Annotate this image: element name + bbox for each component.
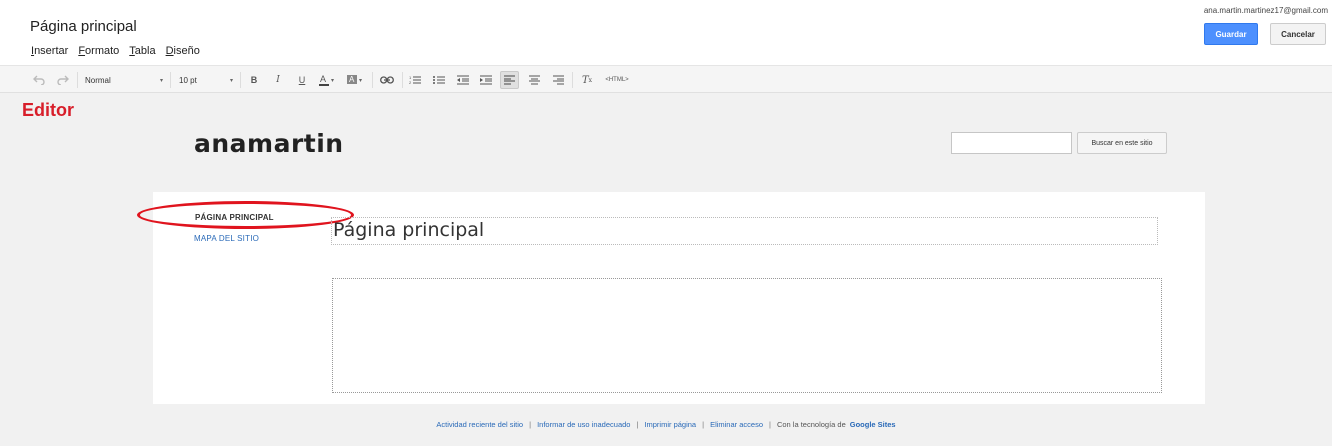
font-size-value: 10 pt: [179, 75, 197, 85]
footer-link-print-page[interactable]: Imprimir página: [644, 420, 696, 429]
indent-icon[interactable]: [480, 72, 492, 88]
toolbar-divider: [572, 72, 573, 88]
toolbar-divider: [170, 72, 171, 88]
redo-icon[interactable]: [56, 72, 70, 88]
menu-layout[interactable]: Diseño: [166, 45, 200, 57]
site-name: anamartin: [194, 129, 344, 158]
highlight-color-icon[interactable]: A ▾: [346, 72, 366, 88]
clear-formatting-icon[interactable]: Tx: [580, 72, 594, 88]
toolbar-divider: [402, 72, 403, 88]
footer-separator: |: [529, 420, 532, 429]
font-size-select[interactable]: 10 pt ▾: [179, 72, 233, 88]
footer-link-recent-activity[interactable]: Actividad reciente del sitio: [436, 420, 523, 429]
toolbar-divider: [240, 72, 241, 88]
numbered-list-icon[interactable]: 12: [409, 72, 421, 88]
chevron-down-icon: ▾: [229, 77, 233, 84]
align-left-icon[interactable]: [500, 71, 519, 89]
svg-text:A: A: [349, 75, 355, 84]
save-button[interactable]: Guardar: [1204, 23, 1258, 45]
editor-header: Página principal Insertar Formato Tabla …: [0, 0, 1332, 65]
document-title: Página principal: [30, 18, 137, 35]
bulleted-list-icon[interactable]: [433, 72, 445, 88]
highlight-ellipse: [137, 201, 354, 229]
menu-format[interactable]: Formato: [78, 45, 119, 57]
editor-annotation-label: Editor: [22, 100, 74, 120]
align-right-icon[interactable]: [552, 72, 564, 88]
link-icon[interactable]: [379, 72, 395, 88]
menu-insert[interactable]: Insertar: [31, 45, 68, 57]
footer: Actividad reciente del sitio | Informar de…: [0, 420, 1332, 429]
chevron-down-icon: ▾: [159, 77, 163, 84]
menu-table[interactable]: Tabla: [129, 45, 155, 57]
svg-text:▾: ▾: [359, 78, 362, 84]
bold-icon[interactable]: B: [248, 72, 260, 88]
svg-text:2: 2: [409, 80, 412, 85]
menu-bar: Insertar Formato Tabla Diseño: [31, 45, 200, 57]
align-center-icon[interactable]: [528, 72, 540, 88]
account-email[interactable]: ana.martin.martinez17@gmail.com: [1204, 6, 1328, 15]
svg-text:▾: ▾: [331, 78, 334, 84]
footer-link-report-abuse[interactable]: Informar de uso inadecuado: [537, 420, 630, 429]
html-edit-button[interactable]: <HTML>: [602, 72, 632, 88]
search-input[interactable]: [951, 132, 1072, 154]
svg-text:A: A: [320, 74, 326, 84]
formatting-toolbar: Normal ▾ 10 pt ▾ B I U A ▾ A ▾ 12 Tx <HTML…: [0, 65, 1332, 93]
style-select[interactable]: Normal ▾: [85, 72, 163, 88]
page-title[interactable]: Página principal: [333, 219, 484, 241]
outdent-icon[interactable]: [457, 72, 469, 88]
cancel-button[interactable]: Cancelar: [1270, 23, 1326, 45]
footer-separator: |: [636, 420, 639, 429]
footer-separator: |: [769, 420, 771, 429]
underline-icon[interactable]: U: [296, 72, 308, 88]
text-color-icon[interactable]: A ▾: [318, 72, 338, 88]
italic-icon[interactable]: I: [272, 72, 284, 88]
footer-link-google-sites[interactable]: Google Sites: [850, 420, 896, 429]
footer-link-remove-access[interactable]: Eliminar acceso: [710, 420, 763, 429]
undo-icon[interactable]: [32, 72, 46, 88]
toolbar-divider: [372, 72, 373, 88]
search-button[interactable]: Buscar en este sitio: [1077, 132, 1167, 154]
footer-separator: |: [702, 420, 705, 429]
page-content-editor[interactable]: [332, 278, 1162, 393]
style-select-value: Normal: [85, 75, 111, 85]
toolbar-divider: [77, 72, 78, 88]
sidebar-item-sitemap[interactable]: MAPA DEL SITIO: [194, 234, 259, 243]
footer-powered-by: Con la tecnología de: [776, 420, 846, 429]
